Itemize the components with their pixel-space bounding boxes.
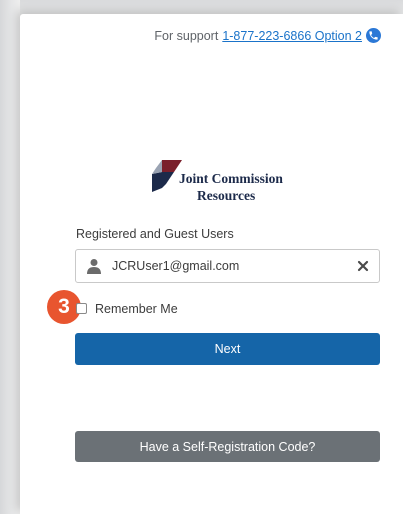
self-registration-label: Have a Self-Registration Code? [139,439,316,454]
remember-me-label[interactable]: Remember Me [95,302,178,316]
remember-me-checkbox[interactable] [76,303,87,314]
support-prefix: For support [154,28,219,43]
next-button-label: Next [214,342,241,356]
window-frame-left [0,0,20,514]
support-phone-link[interactable]: 1-877-223-6866 Option 2 [222,29,362,43]
user-icon [87,259,101,274]
jcr-logo: Joint Commission Resources [152,158,292,204]
self-registration-button[interactable]: Have a Self-Registration Code? [75,431,380,462]
logo-text-line2: Resources [197,188,256,203]
username-value: JCRUser1@gmail.com [112,259,240,273]
next-button[interactable]: Next [75,333,380,365]
phone-icon[interactable] [366,28,381,43]
close-icon[interactable] [356,259,370,273]
support-line: For support 1-877-223-6866 Option 2 [154,28,381,43]
username-field-label: Registered and Guest Users [76,227,234,241]
logo-text-line1: Joint Commission [179,171,283,186]
screenshot-stage: For support 1-877-223-6866 Option 2 Join… [0,0,403,514]
jcr-logo-mark-icon [152,160,182,192]
username-input[interactable]: JCRUser1@gmail.com [75,249,380,283]
